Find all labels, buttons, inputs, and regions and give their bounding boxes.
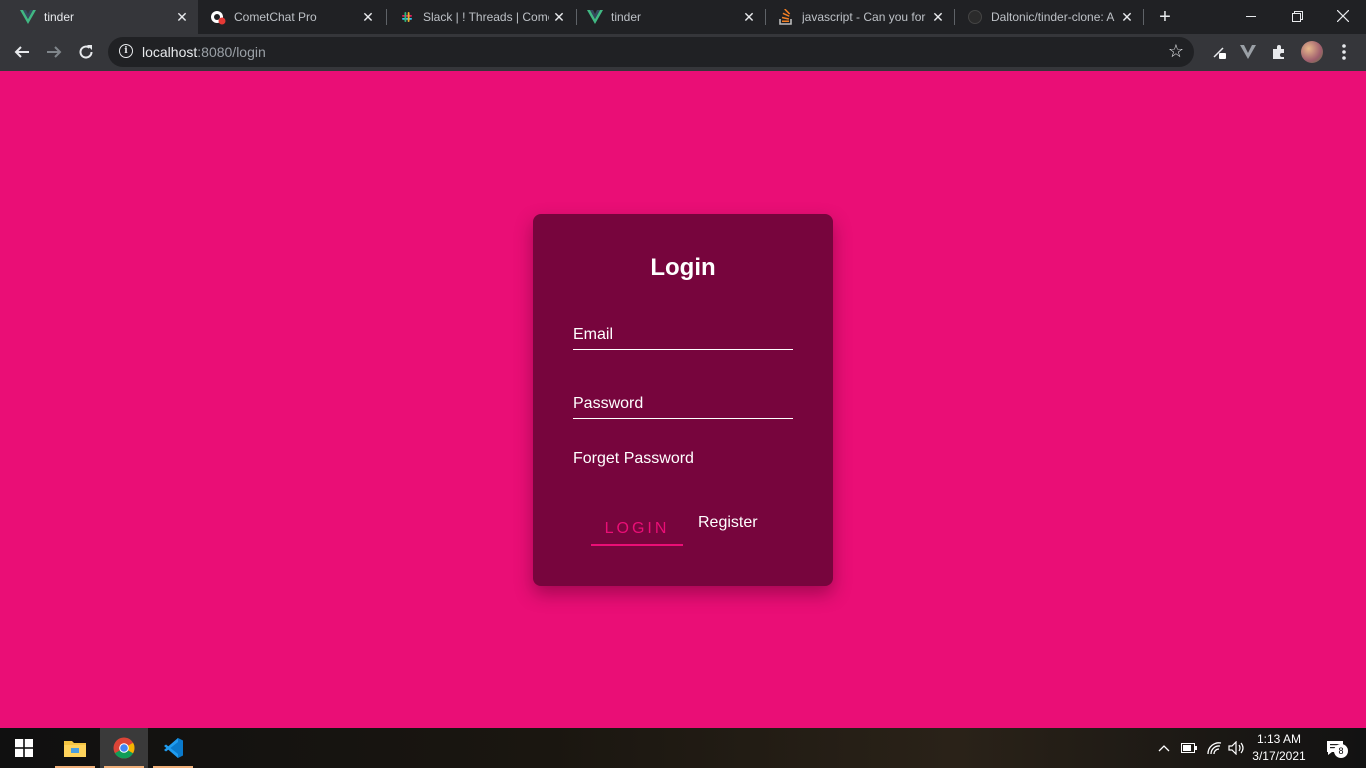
- vscode-icon: [164, 738, 183, 758]
- arrow-left-icon: [14, 46, 29, 58]
- minimize-window-button[interactable]: [1228, 0, 1274, 32]
- close-tab-icon[interactable]: ✕: [358, 7, 378, 27]
- password-input[interactable]: [573, 389, 793, 418]
- volume-icon[interactable]: [1226, 728, 1248, 768]
- taskbar-clock[interactable]: 1:13 AM 3/17/2021: [1248, 731, 1310, 765]
- network-icon[interactable]: [1203, 728, 1225, 768]
- close-tab-icon[interactable]: ✕: [172, 7, 192, 27]
- vscode-taskbar-button[interactable]: [149, 728, 197, 768]
- extension-pen-icon[interactable]: [1208, 41, 1230, 63]
- login-page: Login Forget Password LOGIN Register: [0, 71, 1366, 728]
- tab-separator: [1143, 9, 1144, 25]
- new-tab-button[interactable]: +: [1152, 4, 1178, 30]
- close-tab-icon[interactable]: ✕: [1117, 7, 1137, 27]
- slack-icon: [399, 9, 415, 25]
- chrome-icon: [113, 737, 135, 759]
- browser-toolbar: i localhost:8080/login ☆: [0, 34, 1366, 71]
- tab-title: CometChat Pro: [234, 10, 317, 24]
- forward-button[interactable]: [40, 38, 68, 66]
- arrow-right-icon: [47, 46, 62, 58]
- address-bar[interactable]: i localhost:8080/login ☆: [108, 37, 1194, 67]
- tab-github[interactable]: Daltonic/tinder-clone: A ✕: [955, 0, 1143, 34]
- reload-icon: [79, 45, 93, 59]
- tab-title: tinder: [611, 10, 642, 24]
- tab-title: tinder: [44, 10, 75, 24]
- chrome-taskbar-button[interactable]: [100, 728, 148, 768]
- tab-slack[interactable]: Slack | ! Threads | Come ✕: [387, 0, 575, 34]
- vue-icon: [20, 9, 36, 25]
- close-tab-icon[interactable]: ✕: [928, 7, 948, 27]
- folder-icon: [64, 741, 86, 757]
- browser-menu-icon[interactable]: [1333, 41, 1355, 63]
- vue-devtools-icon[interactable]: [1237, 41, 1259, 63]
- forget-password-link[interactable]: Forget Password: [573, 450, 694, 468]
- tab-title: Slack | ! Threads | Come: [423, 10, 549, 24]
- url-host: localhost: [142, 44, 198, 60]
- tab-stackoverflow[interactable]: javascript - Can you for ✕: [766, 0, 954, 34]
- email-input[interactable]: [573, 320, 793, 349]
- tab-title: javascript - Can you for: [802, 10, 926, 24]
- file-explorer-button[interactable]: [51, 728, 99, 768]
- windows-taskbar: 1:13 AM 3/17/2021 8: [0, 728, 1366, 768]
- close-window-button[interactable]: [1320, 0, 1366, 32]
- cometchat-icon: [210, 9, 226, 25]
- restore-window-button[interactable]: [1274, 0, 1320, 32]
- clock-time: 1:13 AM: [1256, 732, 1302, 746]
- back-button[interactable]: [8, 38, 36, 66]
- url-text: localhost:8080/login: [142, 44, 266, 60]
- url-path: :8080/login: [197, 44, 266, 60]
- login-button[interactable]: LOGIN: [591, 514, 683, 546]
- vue-icon: [587, 9, 603, 25]
- register-button[interactable]: Register: [698, 514, 758, 538]
- windows-logo-icon: [15, 739, 33, 757]
- show-hidden-icons-button[interactable]: [1154, 728, 1174, 768]
- tab-title: Daltonic/tinder-clone: A: [991, 10, 1115, 24]
- browser-tab-strip: tinder ✕ CometChat Pro ✕ Slack | ! Threa…: [0, 0, 1366, 34]
- tab-cometchat[interactable]: CometChat Pro ✕: [198, 0, 384, 34]
- bookmark-star-icon[interactable]: ☆: [1168, 41, 1184, 62]
- notification-count-badge: 8: [1334, 744, 1348, 758]
- login-card: Login Forget Password LOGIN Register: [533, 214, 833, 586]
- stackoverflow-icon: [778, 9, 794, 25]
- clock-date: 3/17/2021: [1252, 749, 1306, 763]
- close-tab-icon[interactable]: ✕: [549, 7, 569, 27]
- email-field[interactable]: [573, 320, 793, 350]
- tab-tinder-active[interactable]: tinder ✕: [0, 0, 198, 34]
- close-tab-icon[interactable]: ✕: [739, 7, 759, 27]
- battery-icon[interactable]: [1178, 728, 1200, 768]
- extensions-puzzle-icon[interactable]: [1268, 41, 1290, 63]
- site-info-icon[interactable]: i: [119, 44, 133, 58]
- login-title: Login: [650, 254, 716, 281]
- password-field[interactable]: [573, 389, 793, 419]
- github-icon: [967, 9, 983, 25]
- profile-avatar[interactable]: [1301, 41, 1323, 63]
- reload-button[interactable]: [72, 38, 100, 66]
- tab-tinder[interactable]: tinder ✕: [577, 0, 765, 34]
- start-button[interactable]: [0, 728, 48, 768]
